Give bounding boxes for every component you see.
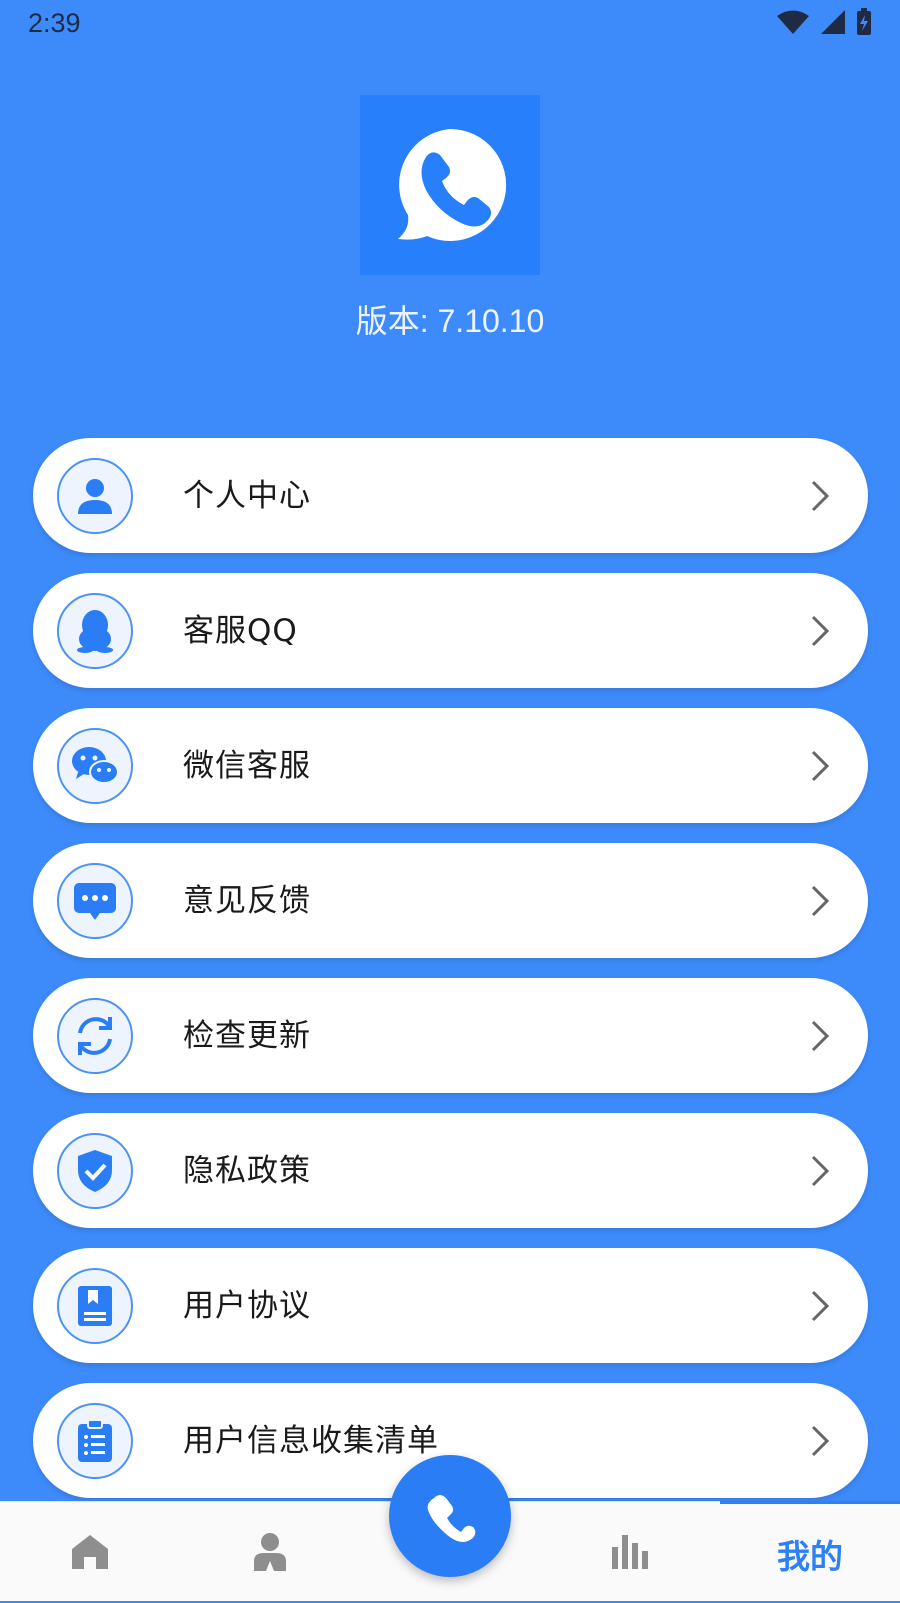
contact-icon [254,1532,286,1571]
document-icon [57,1268,133,1344]
qq-penguin-icon [57,593,133,669]
nav-contacts[interactable] [180,1502,360,1601]
menu-item-privacy-policy[interactable]: 隐私政策 [33,1113,868,1228]
menu-item-user-agreement[interactable]: 用户协议 [33,1248,868,1363]
person-icon [57,458,133,534]
chat-bubble-icon [57,863,133,939]
bar-chart-icon [612,1534,648,1569]
menu-item-qq-service[interactable]: 客服QQ [33,573,868,688]
menu-item-label: 个人中心 [183,478,311,514]
nav-mine[interactable]: 我的 [720,1501,900,1603]
signal-icon [821,10,845,34]
wifi-icon [777,10,809,34]
chevron-right-icon [811,1020,830,1052]
battery-icon [857,8,871,35]
wechat-icon [57,728,133,804]
menu-item-label: 隐私政策 [183,1153,311,1189]
chevron-right-icon [811,615,830,647]
nav-statistics[interactable] [540,1502,720,1601]
menu-item-personal-center[interactable]: 个人中心 [33,438,868,553]
status-time: 2:39 [28,8,81,38]
refresh-icon [57,998,133,1074]
shield-check-icon [57,1133,133,1209]
chevron-right-icon [811,480,830,512]
dial-fab-button[interactable] [389,1455,511,1577]
menu-item-label: 用户信息收集清单 [183,1423,439,1459]
chevron-right-icon [811,1155,830,1187]
app-logo [360,95,540,275]
menu-item-check-update[interactable]: 检查更新 [33,978,868,1093]
settings-menu: 个人中心 客服QQ 微信客服 意见反馈 检查更新 隐私政策 用户协议 用户信息收… [33,438,868,1518]
chevron-right-icon [811,885,830,917]
chevron-right-icon [811,1425,830,1457]
chevron-right-icon [811,750,830,782]
menu-item-label: 用户协议 [183,1288,311,1324]
menu-item-label: 微信客服 [183,748,311,784]
menu-item-wechat-service[interactable]: 微信客服 [33,708,868,823]
phone-icon [427,1495,476,1542]
chevron-right-icon [811,1290,830,1322]
clipboard-list-icon [57,1403,133,1479]
nav-mine-label: 我的 [777,1536,843,1576]
menu-item-label: 意见反馈 [183,883,311,919]
menu-item-label: 客服QQ [183,613,298,649]
phone-bubble-icon [398,128,507,241]
version-label: 版本: 7.10.10 [355,303,545,339]
home-icon [72,1534,108,1569]
nav-home[interactable] [0,1502,180,1601]
menu-item-feedback[interactable]: 意见反馈 [33,843,868,958]
status-bar: 2:39 [0,0,900,50]
menu-item-label: 检查更新 [183,1018,311,1054]
